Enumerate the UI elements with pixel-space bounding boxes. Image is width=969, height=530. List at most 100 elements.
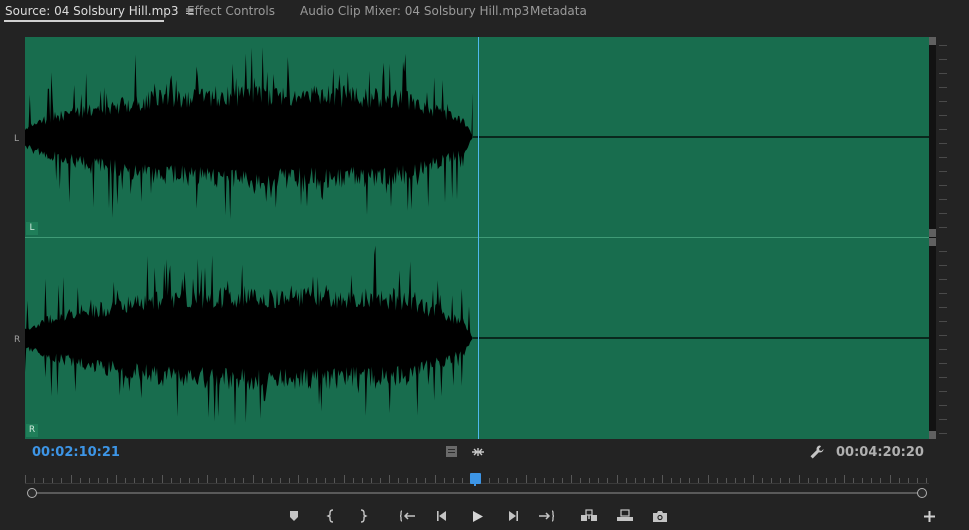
time-ruler-tick — [398, 478, 400, 483]
time-ruler-tick — [307, 478, 309, 483]
ruler-tick — [939, 307, 947, 308]
time-ruler-tick — [489, 478, 491, 483]
time-ruler-tick — [79, 478, 81, 483]
tab-effect-controls[interactable]: Effect Controls — [187, 0, 275, 22]
time-ruler-tick — [707, 475, 709, 483]
active-tab-underline — [4, 20, 164, 22]
add-button-icon[interactable] — [923, 510, 936, 523]
time-ruler-tick — [598, 478, 600, 483]
time-ruler-tick — [425, 478, 427, 483]
waveform-display[interactable]: L R — [25, 37, 929, 439]
insert-icon[interactable] — [578, 506, 600, 526]
waveform-shape — [25, 47, 473, 220]
wrench-icon[interactable] — [809, 444, 825, 460]
export-frame-icon[interactable] — [649, 506, 671, 526]
merge-channels-icon[interactable] — [471, 445, 485, 459]
time-ruler-tick — [771, 478, 773, 483]
time-ruler-tick — [188, 478, 190, 483]
time-ruler-tick — [925, 478, 927, 483]
time-ruler-tick — [152, 478, 154, 483]
time-ruler-tick — [789, 478, 791, 483]
transport-controls — [0, 506, 969, 528]
time-ruler-tick — [916, 478, 918, 483]
overwrite-icon[interactable] — [614, 506, 636, 526]
time-ruler-tick — [516, 478, 518, 483]
tab-source-label: Source: 04 Solsbury Hill.mp3 — [5, 4, 179, 18]
play-icon[interactable] — [466, 506, 488, 526]
step-back-icon[interactable] — [431, 506, 453, 526]
time-ruler-tick — [671, 478, 673, 483]
right-channel-waveform: R — [25, 238, 929, 438]
time-ruler-tick — [52, 478, 54, 483]
time-ruler-tick — [643, 478, 645, 483]
scroll-handle-bottom[interactable] — [929, 431, 936, 439]
mark-in-icon[interactable] — [320, 506, 342, 526]
time-ruler-tick — [316, 478, 318, 483]
time-ruler-tick — [498, 478, 500, 483]
step-forward-icon[interactable] — [502, 506, 524, 526]
time-ruler-tick — [34, 478, 36, 483]
time-ruler-tick — [106, 478, 108, 483]
ruler-tick — [939, 279, 947, 280]
tab-audio-clip-mixer[interactable]: Audio Clip Mixer: 04 Solsbury Hill.mp3 — [300, 0, 529, 22]
time-ruler-tick — [743, 478, 745, 483]
left-channel-badge: L — [26, 222, 38, 235]
mark-out-icon[interactable] — [352, 506, 374, 526]
ruler-tick — [939, 101, 947, 102]
scroll-handle-top[interactable] — [929, 37, 936, 45]
time-ruler-tick — [625, 478, 627, 483]
scroll-handle-mid-bottom[interactable] — [929, 238, 936, 246]
time-ruler-tick — [61, 478, 63, 483]
time-ruler-tick — [325, 478, 327, 483]
current-timecode[interactable]: 00:02:10:21 — [32, 445, 120, 460]
time-ruler-tick — [816, 478, 818, 483]
time-ruler-tick — [97, 478, 99, 483]
time-ruler-tick — [580, 478, 582, 483]
go-to-in-icon[interactable] — [397, 506, 419, 526]
time-ruler-tick — [88, 478, 90, 483]
panel-tab-bar: Source: 04 Solsbury Hill.mp3 ≡ Effect Con… — [0, 0, 969, 24]
tab-source[interactable]: Source: 04 Solsbury Hill.mp3 ≡ — [5, 0, 195, 22]
time-ruler-tick — [552, 478, 554, 483]
time-ruler-tick — [352, 478, 354, 483]
ruler-tick — [939, 265, 947, 266]
time-ruler-tick — [689, 478, 691, 483]
ruler-tick — [939, 115, 947, 116]
zoom-end-handle[interactable] — [917, 488, 927, 498]
zoom-track — [33, 492, 921, 494]
ruler-tick — [939, 363, 947, 364]
time-ruler-tick — [261, 478, 263, 483]
zoom-start-handle[interactable] — [27, 488, 37, 498]
left-waveform-graphic — [25, 47, 929, 220]
time-ruler-tick — [134, 478, 136, 483]
playhead-marker[interactable] — [470, 473, 481, 486]
time-ruler-tick — [716, 478, 718, 483]
time-ruler-tick — [197, 478, 199, 483]
ruler-tick — [939, 405, 947, 406]
settings-panel-icon[interactable] — [445, 445, 459, 459]
time-ruler-tick — [525, 475, 527, 483]
scroll-handle-mid-top[interactable] — [929, 229, 936, 237]
right-waveform-graphic — [25, 245, 929, 426]
ruler-tick — [939, 213, 947, 214]
ruler-tick — [939, 391, 947, 392]
time-ruler-tick — [125, 478, 127, 483]
zoom-scrollbar[interactable] — [27, 488, 927, 498]
duration-timecode: 00:04:20:20 — [836, 445, 924, 460]
time-ruler-tick — [434, 475, 436, 483]
add-marker-icon[interactable] — [283, 506, 305, 526]
go-to-out-icon[interactable] — [535, 506, 557, 526]
time-ruler-tick — [825, 478, 827, 483]
tab-metadata[interactable]: Metadata — [530, 0, 587, 22]
time-ruler-tick — [571, 475, 572, 483]
time-ruler-tick — [407, 478, 409, 483]
time-ruler-tick — [871, 478, 873, 483]
time-ruler-tick — [534, 478, 536, 483]
time-ruler-tick — [680, 478, 682, 483]
time-ruler-tick — [416, 478, 418, 483]
time-ruler-tick — [461, 478, 463, 483]
ruler-tick — [939, 349, 947, 350]
time-ruler-tick — [734, 478, 736, 483]
time-ruler-tick — [243, 478, 245, 483]
playhead-line[interactable] — [478, 37, 479, 439]
